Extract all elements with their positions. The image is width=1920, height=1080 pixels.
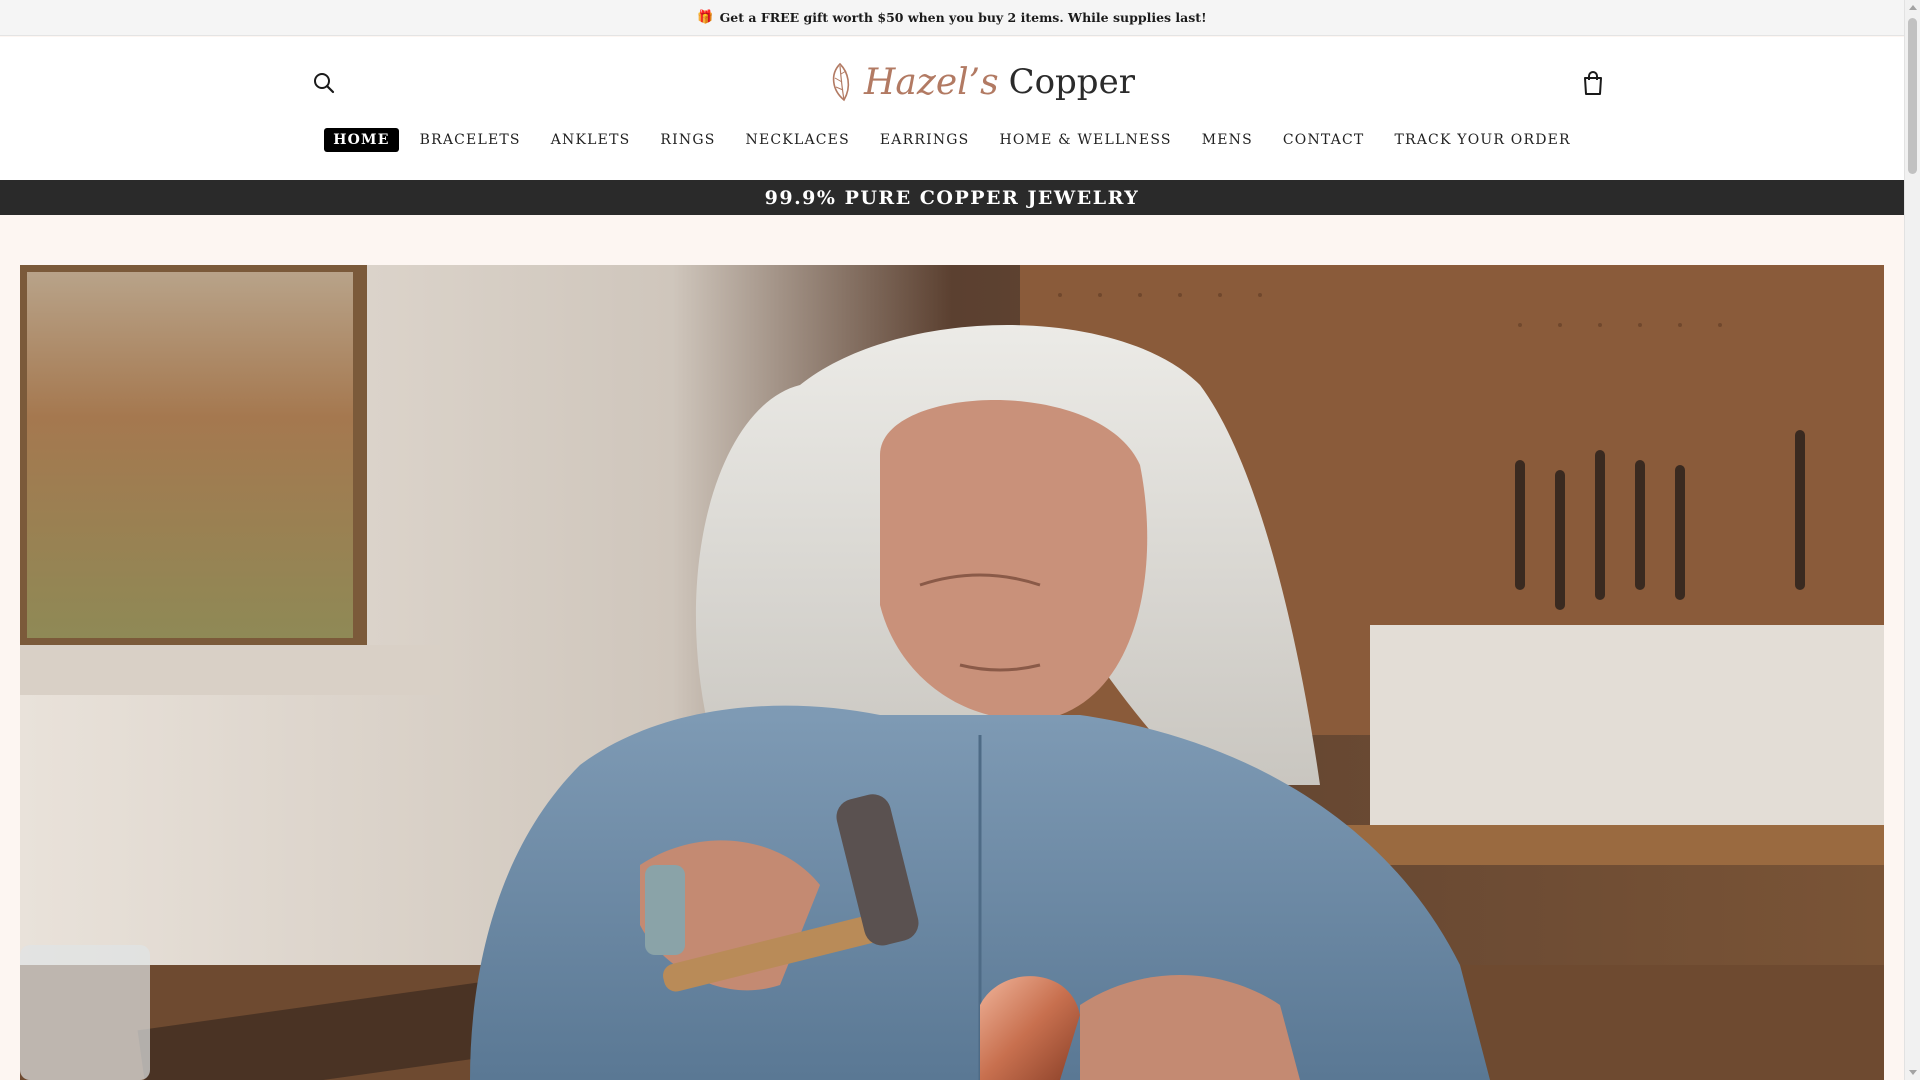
nav-item-track-order[interactable]: TRACK YOUR ORDER [1385,128,1579,152]
scrollbar-thumb[interactable] [1908,18,1917,174]
hero-illustration [20,265,1884,1080]
nav-item-bracelets[interactable]: BRACELETS [411,128,530,152]
shopping-bag-icon [1584,71,1602,95]
nav-item-necklaces[interactable]: NECKLACES [737,128,859,152]
nav-item-earrings[interactable]: EARRINGS [871,128,979,152]
gift-icon: 🎁 [697,10,714,25]
nav-item-rings[interactable]: RINGS [651,128,724,152]
logo-text: Copper [1008,62,1135,102]
site-header: Hazel’s Copper HOME BRACELETS ANKLETS RI… [0,37,1904,180]
promo-subbar-text: 99.9% PURE COPPER JEWELRY [764,186,1140,209]
promo-subbar: 99.9% PURE COPPER JEWELRY [0,180,1904,215]
nav-item-contact[interactable]: CONTACT [1274,128,1374,152]
scroll-up-icon[interactable] [1909,5,1917,10]
leaf-icon [832,62,850,102]
site-logo[interactable]: Hazel’s Copper [826,57,1135,107]
main-nav: HOME BRACELETS ANKLETS RINGS NECKLACES E… [0,125,1904,155]
announcement-text: Get a FREE gift worth $50 when you buy 2… [719,10,1207,25]
nav-item-home[interactable]: HOME [324,128,399,152]
nav-item-mens[interactable]: MENS [1193,128,1262,152]
search-icon [314,73,335,94]
cart-button[interactable] [1578,68,1608,98]
nav-item-anklets[interactable]: ANKLETS [542,128,640,152]
announcement-bar: 🎁 Get a FREE gift worth $50 when you buy… [0,0,1904,36]
scroll-down-icon[interactable] [1909,1070,1917,1075]
hero-image [20,265,1884,1080]
vertical-scrollbar[interactable] [1904,0,1920,1080]
search-button[interactable] [310,69,338,97]
nav-item-home-wellness[interactable]: HOME & WELLNESS [990,128,1180,152]
logo-script-text: Hazel’s [864,61,999,103]
